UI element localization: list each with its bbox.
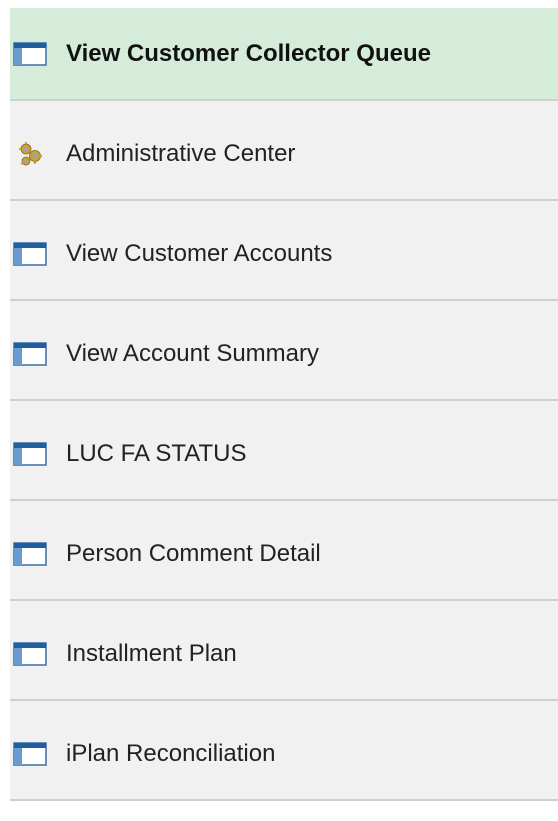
component-window-icon (12, 641, 48, 667)
nav-item-label: Installment Plan (66, 639, 237, 667)
nav-item-label: iPlan Reconciliation (66, 739, 276, 767)
nav-item-administrative-center[interactable]: Administrative Center (10, 108, 558, 201)
nav-item-view-customer-collector-queue[interactable]: View Customer Collector Queue (10, 8, 558, 101)
nav-item-luc-fa-status[interactable]: LUC FA STATUS (10, 408, 558, 501)
nav-item-person-comment-detail[interactable]: Person Comment Detail (10, 508, 558, 601)
component-window-icon (12, 541, 48, 567)
component-window-icon (12, 41, 48, 67)
component-window-icon (12, 441, 48, 467)
component-window-icon (12, 241, 48, 267)
nav-item-label: Person Comment Detail (66, 539, 321, 567)
nav-item-view-customer-accounts[interactable]: View Customer Accounts (10, 208, 558, 301)
nav-item-installment-plan[interactable]: Installment Plan (10, 608, 558, 701)
component-window-icon (12, 741, 48, 767)
nav-item-view-account-summary[interactable]: View Account Summary (10, 308, 558, 401)
nav-item-label: Administrative Center (66, 139, 296, 167)
nav-item-iplan-reconciliation[interactable]: iPlan Reconciliation (10, 708, 558, 801)
component-window-icon (12, 341, 48, 367)
nav-item-label: LUC FA STATUS (66, 439, 247, 467)
nav-item-label: View Customer Collector Queue (66, 39, 431, 67)
navigation-menu: View Customer Collector Queue Administra… (10, 8, 558, 801)
nav-item-label: View Account Summary (66, 339, 319, 367)
nav-item-label: View Customer Accounts (66, 239, 333, 267)
gear-cluster-icon (12, 141, 48, 167)
